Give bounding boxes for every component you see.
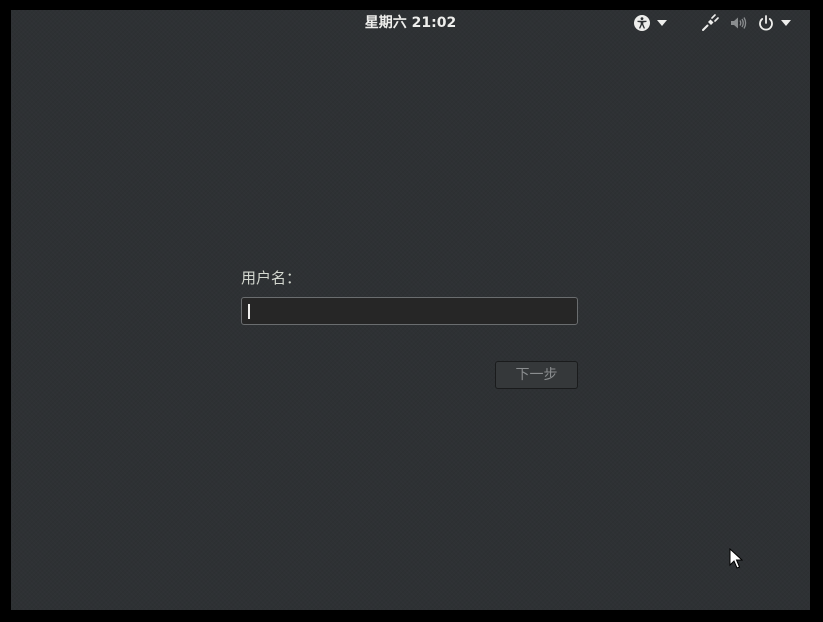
text-caret [248, 304, 250, 319]
mouse-pointer-icon [729, 547, 744, 574]
volume-icon [729, 14, 747, 32]
username-input[interactable] [241, 297, 578, 325]
power-icon [757, 14, 775, 32]
accessibility-menu[interactable] [633, 14, 667, 32]
chevron-down-icon [781, 20, 791, 26]
wired-network-icon [701, 14, 719, 32]
system-status-menu[interactable] [701, 14, 791, 32]
accessibility-icon [633, 14, 651, 32]
login-screen: 星期六 21:02 用户名： 下一步 [11, 10, 810, 610]
next-button[interactable]: 下一步 [495, 361, 578, 389]
clock[interactable]: 星期六 21:02 [11, 14, 810, 32]
top-bar: 星期六 21:02 [11, 10, 810, 36]
username-label: 用户名： [241, 269, 302, 287]
chevron-down-icon [657, 20, 667, 26]
